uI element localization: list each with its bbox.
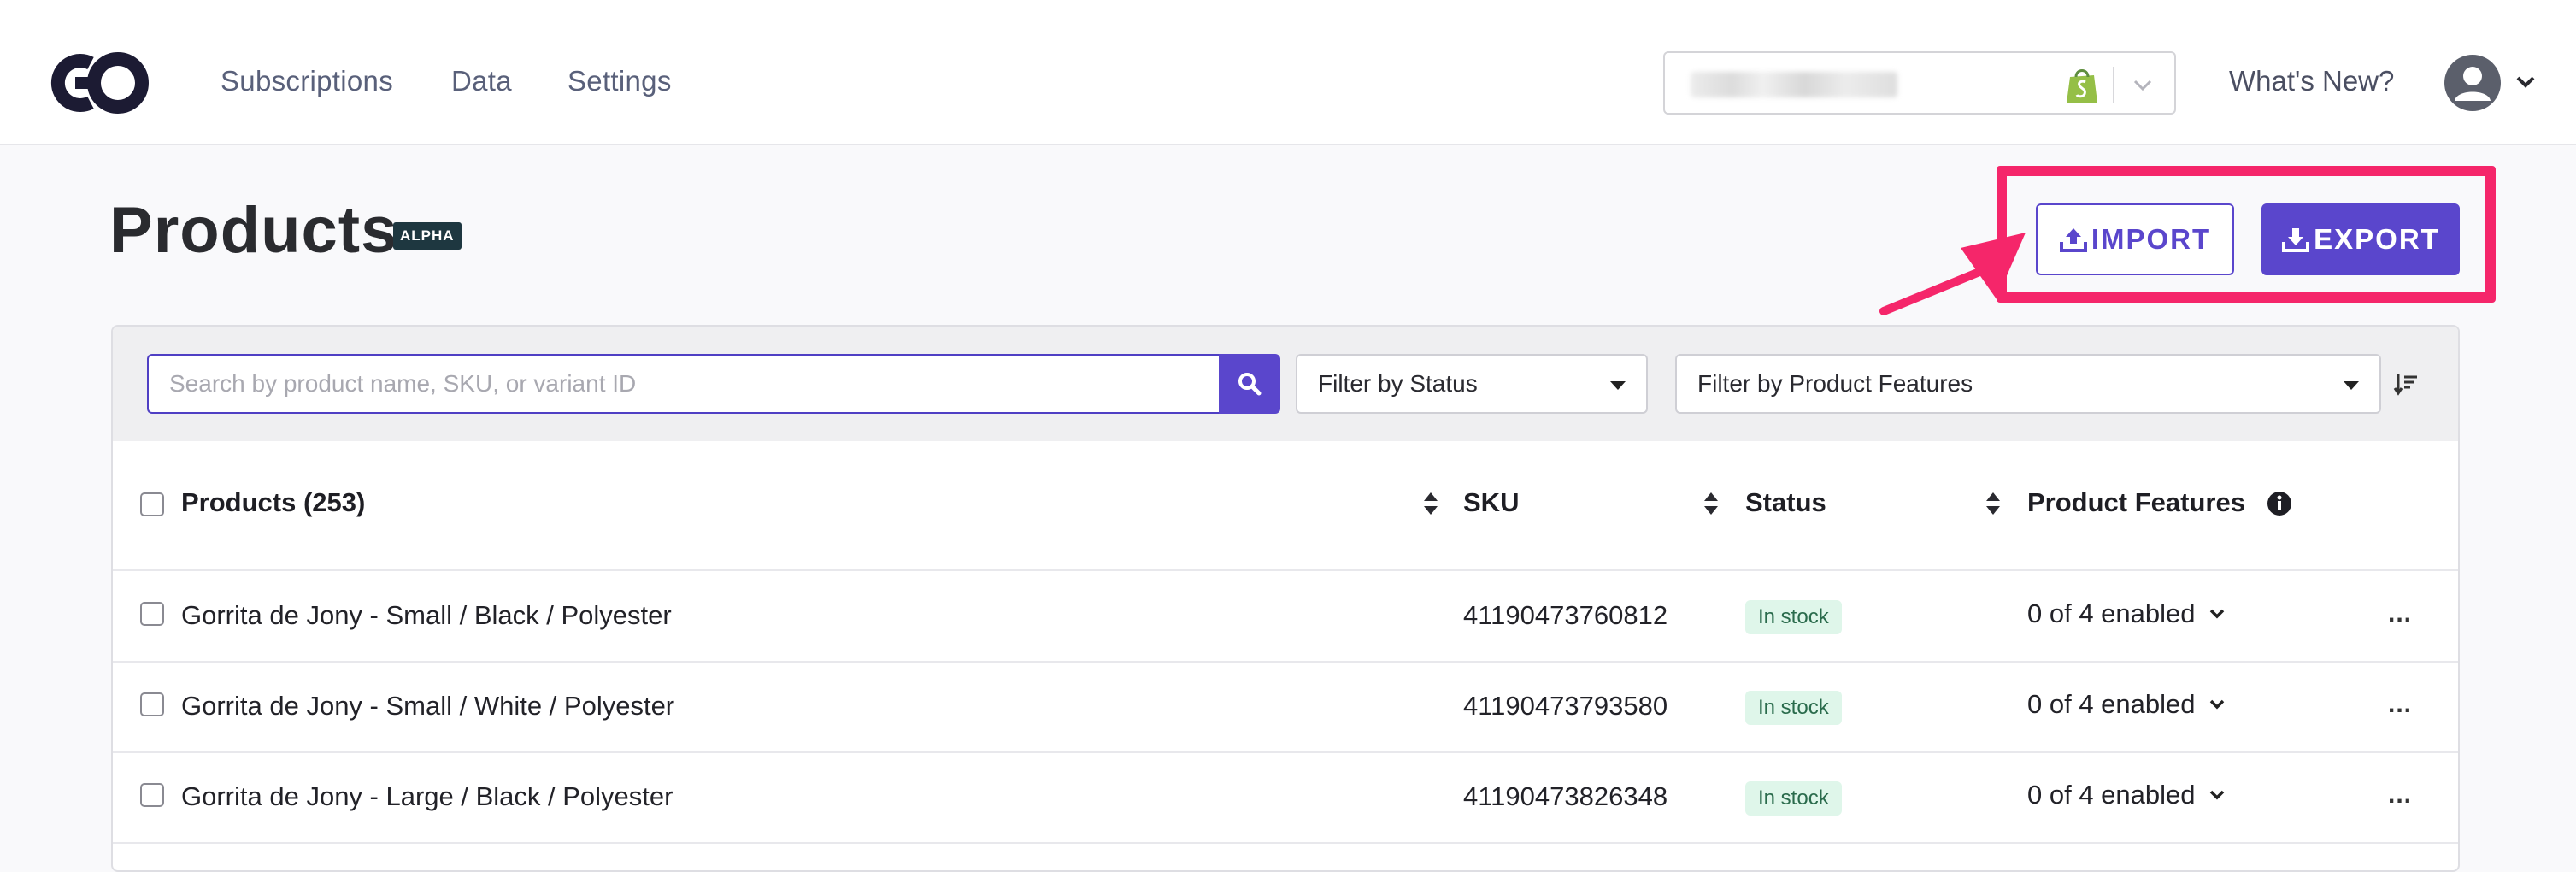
header-sku: SKU [1463,487,1520,517]
features-dropdown[interactable]: 0 of 4 enabled [2027,689,2225,720]
nav-subscriptions[interactable]: Subscriptions [221,65,393,97]
header-status: Status [1745,487,1826,517]
search-icon [1238,373,1262,396]
product-sku: 41190473793580 [1463,691,1668,721]
table-header-row: Products (253) SKU Status Product Featur… [113,441,2458,571]
chevron-down-icon[interactable] [2514,74,2537,91]
export-button[interactable]: EXPORT [2261,203,2460,275]
sort-order-icon[interactable] [2393,371,2419,397]
status-badge: In stock [1745,600,1842,634]
table-row[interactable]: Gorrita de Jony - Small / White / Polyes… [113,662,2458,753]
product-sku: 41190473826348 [1463,781,1668,811]
product-name: Gorrita de Jony - Small / White / Polyes… [181,691,675,721]
chevron-down-icon [2209,609,2224,619]
row-checkbox[interactable] [140,602,164,626]
nav-data[interactable]: Data [451,65,512,97]
product-name: Gorrita de Jony - Large / Black / Polyes… [181,781,673,811]
export-label: EXPORT [2314,223,2440,255]
alpha-badge: ALPHA [393,222,462,250]
search-button[interactable] [1219,354,1280,414]
table-row[interactable]: Gorrita de Jony - Small / Black / Polyes… [113,571,2458,663]
user-icon [2455,67,2491,101]
status-filter-select[interactable]: Filter by Status [1296,354,1648,414]
products-table-card: Filter by Status Filter by Product Featu… [111,325,2460,872]
whats-new-link[interactable]: What's New? [2229,65,2394,97]
page-title: Products [109,194,398,267]
filter-bar: Filter by Status Filter by Product Featu… [113,327,2458,441]
user-avatar[interactable] [2444,55,2501,111]
status-badge: In stock [1745,781,1842,816]
features-filter-label: Filter by Product Features [1697,370,1973,397]
caret-down-icon [1610,381,1626,390]
header-product-features: Product Features [2027,487,2245,517]
row-checkbox[interactable] [140,783,164,807]
sort-arrows-icon[interactable] [1985,491,2002,516]
header-products: Products (253) [181,487,366,517]
store-divider [2113,67,2114,103]
row-more-button[interactable]: ... [2388,601,2412,627]
sort-arrows-icon[interactable] [1703,491,1720,516]
app-logo-icon[interactable] [48,48,157,118]
status-filter-label: Filter by Status [1318,370,1478,397]
top-navigation-bar: Subscriptions Data Settings What's New? [0,0,2576,145]
features-filter-select[interactable]: Filter by Product Features [1675,354,2381,414]
features-count: 0 of 4 enabled [2027,780,2196,810]
table-row[interactable]: Gorrita de Jony - Large / Black / Polyes… [113,752,2458,844]
features-dropdown[interactable]: 0 of 4 enabled [2027,598,2225,629]
shopify-bag-icon [2067,69,2097,103]
product-sku: 41190473760812 [1463,600,1668,630]
features-count: 0 of 4 enabled [2027,689,2196,719]
product-name: Gorrita de Jony - Small / Black / Polyes… [181,600,672,630]
sort-arrows-icon[interactable] [1422,491,1439,516]
row-more-button[interactable]: ... [2388,692,2412,717]
import-label: IMPORT [2091,223,2212,255]
import-button[interactable]: IMPORT [2036,203,2234,275]
store-selector[interactable] [1663,51,2176,115]
row-more-button[interactable]: ... [2388,782,2412,808]
chevron-down-icon[interactable] [2132,74,2154,96]
features-count: 0 of 4 enabled [2027,598,2196,628]
download-icon [2282,228,2310,252]
search-input[interactable] [147,354,1219,414]
store-name-redacted [1691,72,1897,97]
chevron-down-icon [2209,790,2224,800]
status-badge: In stock [1745,691,1842,725]
upload-icon [2059,228,2087,252]
caret-down-icon [2344,381,2359,390]
info-icon[interactable] [2267,491,2292,516]
nav-settings[interactable]: Settings [568,65,672,97]
features-dropdown[interactable]: 0 of 4 enabled [2027,780,2225,810]
row-checkbox[interactable] [140,692,164,716]
chevron-down-icon [2209,699,2224,710]
select-all-checkbox[interactable] [140,492,164,516]
